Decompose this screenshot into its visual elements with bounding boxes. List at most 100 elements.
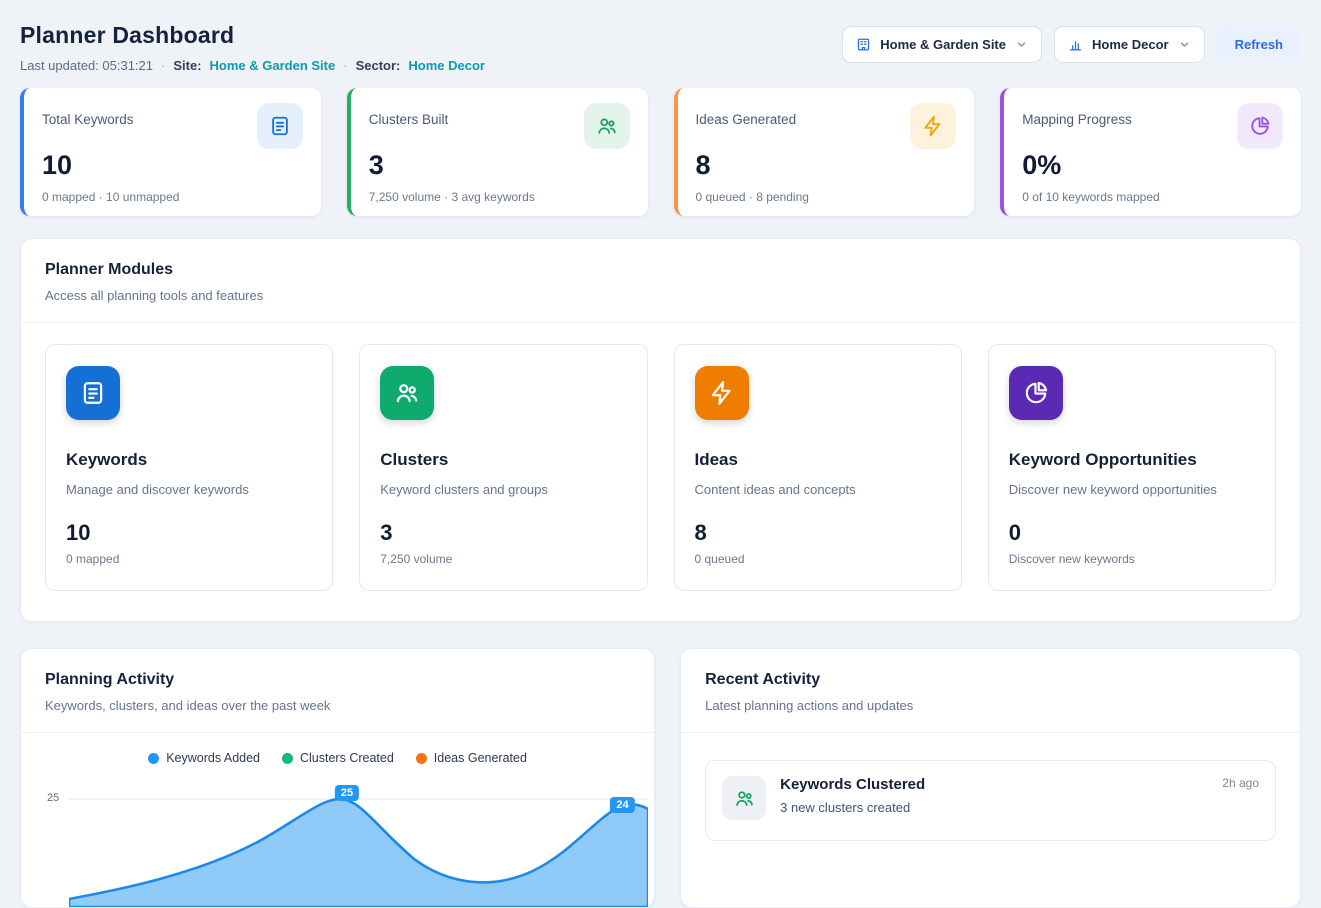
- section-subtitle: Keywords, clusters, and ideas over the p…: [45, 698, 630, 713]
- site-selector-value: Home & Garden Site: [880, 37, 1006, 52]
- legend-item-clusters-created[interactable]: Clusters Created: [282, 751, 394, 765]
- section-title: Recent Activity: [705, 671, 1276, 689]
- stat-label: Ideas Generated: [696, 103, 797, 127]
- module-value: 3: [380, 520, 626, 546]
- section-title: Planner Modules: [45, 261, 1276, 279]
- meta-row: Last updated: 05:31:21 · Site: Home & Ga…: [20, 58, 485, 73]
- sector-selector-value: Home Decor: [1092, 37, 1169, 52]
- stat-value: 10: [42, 150, 303, 181]
- chevron-down-icon: [1178, 38, 1191, 51]
- module-description: Keyword clusters and groups: [380, 482, 626, 497]
- module-value: 10: [66, 520, 312, 546]
- legend-dot: [148, 753, 159, 764]
- pie-chart-icon: [1237, 103, 1283, 149]
- planning-activity-panel: Planning Activity Keywords, clusters, an…: [20, 648, 655, 908]
- planner-modules-header: Planner Modules Access all planning tool…: [21, 239, 1300, 322]
- legend-dot: [282, 753, 293, 764]
- module-card-ideas[interactable]: Ideas Content ideas and concepts 8 0 que…: [674, 344, 962, 591]
- section-subtitle: Access all planning tools and features: [45, 288, 1276, 303]
- section-subtitle: Latest planning actions and updates: [705, 698, 1276, 713]
- site-label: Site:: [173, 58, 201, 73]
- users-icon: [584, 103, 630, 149]
- stat-detail: 7,250 volume · 3 avg keywords: [369, 190, 630, 204]
- modules-grid: Keywords Manage and discover keywords 10…: [21, 323, 1300, 621]
- y-axis-tick: 25: [47, 792, 59, 804]
- document-icon: [257, 103, 303, 149]
- module-card-keywords[interactable]: Keywords Manage and discover keywords 10…: [45, 344, 333, 591]
- stat-value: 8: [696, 150, 957, 181]
- stat-value: 0%: [1022, 150, 1283, 181]
- bar-chart-icon: [1068, 37, 1083, 52]
- module-description: Manage and discover keywords: [66, 482, 312, 497]
- separator-dot: ·: [161, 58, 165, 73]
- module-detail: 0 queued: [695, 552, 941, 566]
- page-title: Planner Dashboard: [20, 22, 485, 49]
- data-point-label: 24: [610, 797, 634, 813]
- planning-activity-header: Planning Activity Keywords, clusters, an…: [21, 649, 654, 732]
- module-title: Keyword Opportunities: [1009, 450, 1255, 470]
- recent-activity-header: Recent Activity Latest planning actions …: [681, 649, 1300, 732]
- last-updated-text: Last updated: 05:31:21: [20, 58, 153, 73]
- stat-card-mapping-progress: Mapping Progress 0% 0 of 10 keywords map…: [1000, 88, 1301, 216]
- header-controls: Home & Garden Site Home Decor Refresh: [842, 26, 1301, 63]
- users-icon: [380, 366, 434, 420]
- building-icon: [856, 37, 871, 52]
- users-icon: [722, 776, 766, 820]
- recent-activity-panel: Recent Activity Latest planning actions …: [680, 648, 1301, 908]
- module-card-clusters[interactable]: Clusters Keyword clusters and groups 3 7…: [359, 344, 647, 591]
- separator-dot: ·: [343, 58, 347, 73]
- sector-link[interactable]: Home Decor: [408, 58, 485, 73]
- sector-label: Sector:: [356, 58, 401, 73]
- module-detail: 7,250 volume: [380, 552, 626, 566]
- stat-value: 3: [369, 150, 630, 181]
- module-description: Content ideas and concepts: [695, 482, 941, 497]
- module-title: Clusters: [380, 450, 626, 470]
- header-left: Planner Dashboard Last updated: 05:31:21…: [20, 22, 485, 73]
- data-point-label: 25: [335, 785, 359, 801]
- activity-description: 3 new clusters created: [780, 800, 1259, 815]
- bolt-icon: [695, 366, 749, 420]
- document-icon: [66, 366, 120, 420]
- site-link[interactable]: Home & Garden Site: [210, 58, 336, 73]
- stat-card-ideas-generated: Ideas Generated 8 0 queued · 8 pending: [674, 88, 975, 216]
- pie-chart-icon: [1009, 366, 1063, 420]
- module-description: Discover new keyword opportunities: [1009, 482, 1255, 497]
- stat-card-clusters-built: Clusters Built 3 7,250 volume · 3 avg ke…: [347, 88, 648, 216]
- bolt-icon: [910, 103, 956, 149]
- activity-body: Keywords Clustered 2h ago 3 new clusters…: [780, 776, 1259, 820]
- stat-detail: 0 queued · 8 pending: [696, 190, 957, 204]
- stat-label: Clusters Built: [369, 103, 449, 127]
- stats-row: Total Keywords 10 0 mapped · 10 unmapped…: [20, 88, 1301, 216]
- legend-item-keywords-added[interactable]: Keywords Added: [148, 751, 260, 765]
- stat-card-total-keywords: Total Keywords 10 0 mapped · 10 unmapped: [20, 88, 321, 216]
- chevron-down-icon: [1015, 38, 1028, 51]
- module-title: Ideas: [695, 450, 941, 470]
- module-value: 8: [695, 520, 941, 546]
- site-selector-dropdown[interactable]: Home & Garden Site: [842, 26, 1042, 63]
- activity-title: Keywords Clustered: [780, 776, 925, 793]
- module-value: 0: [1009, 520, 1255, 546]
- legend-label: Ideas Generated: [434, 751, 527, 765]
- sector-selector-dropdown[interactable]: Home Decor: [1054, 26, 1205, 63]
- module-detail: Discover new keywords: [1009, 552, 1255, 566]
- activity-item-keywords-clustered: Keywords Clustered 2h ago 3 new clusters…: [705, 760, 1276, 841]
- activity-list: Keywords Clustered 2h ago 3 new clusters…: [681, 733, 1300, 868]
- activity-chart: 25 25 24: [21, 777, 654, 907]
- planner-dashboard-page: Planner Dashboard Last updated: 05:31:21…: [0, 0, 1321, 908]
- stat-detail: 0 of 10 keywords mapped: [1022, 190, 1283, 204]
- section-title: Planning Activity: [45, 671, 630, 689]
- planner-modules-panel: Planner Modules Access all planning tool…: [20, 238, 1301, 622]
- module-card-keyword-opportunities[interactable]: Keyword Opportunities Discover new keywo…: [988, 344, 1276, 591]
- module-detail: 0 mapped: [66, 552, 312, 566]
- legend-item-ideas-generated[interactable]: Ideas Generated: [416, 751, 527, 765]
- stat-label: Total Keywords: [42, 103, 134, 127]
- refresh-button[interactable]: Refresh: [1217, 26, 1301, 63]
- module-title: Keywords: [66, 450, 312, 470]
- legend-dot: [416, 753, 427, 764]
- chart-legend: Keywords Added Clusters Created Ideas Ge…: [21, 733, 654, 765]
- activity-timestamp: 2h ago: [1222, 776, 1259, 790]
- bottom-row: Planning Activity Keywords, clusters, an…: [20, 648, 1301, 908]
- stat-label: Mapping Progress: [1022, 103, 1132, 127]
- header: Planner Dashboard Last updated: 05:31:21…: [20, 22, 1301, 73]
- stat-detail: 0 mapped · 10 unmapped: [42, 190, 303, 204]
